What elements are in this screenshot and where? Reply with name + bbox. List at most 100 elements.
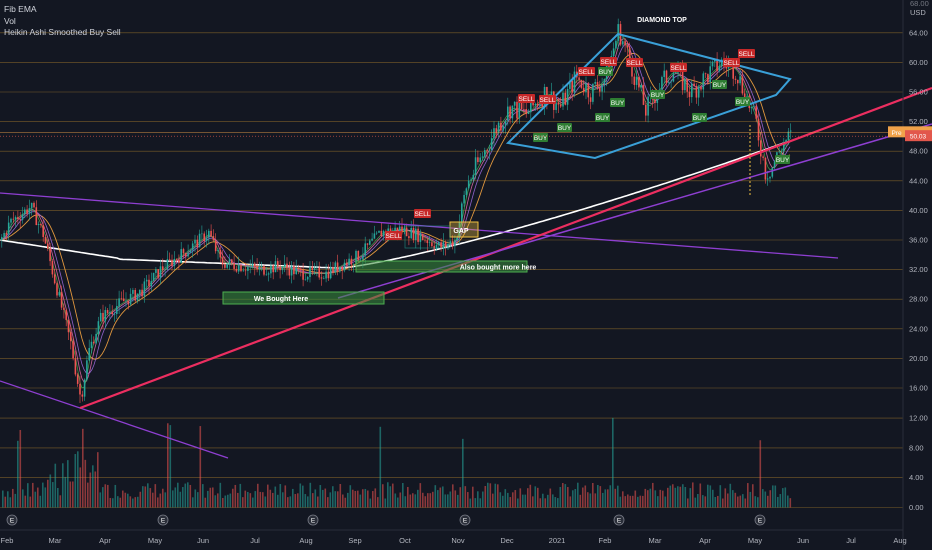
candle-body (63, 307, 65, 310)
volume-bar (782, 488, 784, 508)
volume-bar (64, 476, 67, 508)
volume-bar (107, 484, 109, 508)
legend-fib-ema[interactable]: Fib EMA (4, 4, 121, 16)
volume-bar (124, 492, 127, 508)
time-tick-label: May (748, 536, 762, 545)
volume-bar (359, 494, 362, 508)
candle-body (283, 263, 286, 267)
volume-bar (394, 493, 397, 508)
candle-body (58, 292, 61, 296)
candle-body (86, 360, 88, 380)
candle-body (162, 266, 164, 271)
volume-bar (539, 498, 542, 508)
volume-bar (574, 489, 577, 508)
candle-body (109, 311, 111, 314)
downtrend-line-lower[interactable] (0, 380, 229, 459)
volume-bar (217, 493, 219, 508)
candle-body (88, 347, 90, 361)
candle-body (40, 223, 42, 226)
candle-body (674, 72, 677, 74)
volume-bar (627, 494, 629, 508)
candle-body (709, 66, 711, 83)
drawings[interactable]: We Bought Here Also bought more here DIAMO… (0, 17, 932, 459)
volume-bar (139, 491, 142, 508)
price-chart[interactable]: We Bought Here Also bought more here DIAMO… (0, 0, 932, 550)
candle-body (99, 312, 102, 322)
price-tick-label: 48.00 (909, 147, 928, 156)
volume-bar (34, 491, 37, 508)
volume-bar (769, 490, 772, 508)
candle-body (688, 91, 691, 98)
candle-body (578, 77, 580, 80)
legend-volume[interactable]: Vol (4, 16, 121, 28)
candle-body (226, 263, 228, 268)
candle-body (559, 104, 562, 107)
candle-body (120, 298, 123, 299)
volume-bar (572, 490, 574, 508)
volume-bar (67, 460, 69, 508)
volume-bar (479, 498, 482, 508)
candle-body (486, 150, 488, 151)
candle-body (663, 70, 665, 78)
candle-body (24, 209, 26, 215)
earnings-marker-label: E (617, 518, 622, 525)
candle-body (417, 228, 419, 242)
volume-bar (117, 496, 119, 508)
candle-body (456, 237, 458, 241)
volume-bar (457, 494, 459, 508)
candle-body (290, 265, 293, 276)
candle-body (493, 128, 495, 139)
candle-body (465, 188, 468, 195)
volume-bar (464, 486, 467, 508)
candle-body (463, 194, 465, 204)
candle-body (106, 310, 109, 314)
volume-bar (259, 491, 262, 508)
volume-bar (364, 488, 367, 508)
candle-body (233, 263, 235, 269)
volume-bar (774, 485, 777, 508)
candle-body (762, 156, 764, 158)
time-axis[interactable]: Feb Mar Apr May Jun Jul Aug Sep Oct Nov Dec 2021 Feb… (0, 514, 907, 545)
price-tick-label: 36.00 (909, 236, 928, 245)
candle-body (472, 174, 475, 180)
candle-body (33, 202, 35, 208)
price-axis[interactable]: 64.00 60.00 56.00 52.00 48.00 44.00 40.00 36.00… (0, 0, 932, 550)
volume-bar (562, 483, 564, 508)
volume-bar (234, 484, 237, 508)
candle-body (270, 265, 272, 274)
candle-body (327, 271, 330, 279)
volume-bar (369, 498, 372, 508)
volume-bar (504, 489, 507, 508)
time-tick-label: 2021 (549, 536, 566, 545)
volume-bar (424, 496, 427, 508)
volume-bar (262, 492, 264, 508)
buy-signal-label: BUY (596, 115, 610, 122)
volume-bar (772, 485, 774, 508)
volume-bar (309, 482, 312, 508)
candle-body (760, 140, 762, 157)
volume-bar (287, 497, 289, 508)
legend-heikin-ashi[interactable]: Heikin Ashi Smoothed Buy Sell (4, 27, 121, 39)
candle-body (507, 106, 509, 121)
candle-body (645, 104, 647, 116)
candle-body (516, 101, 518, 119)
candle-body (371, 238, 373, 241)
volume-bar (7, 491, 9, 508)
candle-body (70, 332, 72, 342)
candle-body (256, 266, 258, 270)
volume-bar (439, 487, 442, 508)
candle-body (635, 76, 638, 85)
sell-signal-label: SELL (671, 65, 687, 72)
time-tick-label: Feb (1, 536, 14, 545)
volume-bar (257, 483, 259, 508)
candle-body (419, 234, 422, 242)
buy-signal-label: BUY (534, 135, 548, 142)
candle-body (589, 97, 592, 102)
candle-body (332, 267, 334, 273)
candle-body (433, 246, 435, 249)
candle-body (191, 243, 194, 251)
candle-body (203, 233, 205, 242)
candle-body (477, 157, 479, 163)
volume-bar (644, 488, 647, 508)
volume-bar (192, 497, 194, 508)
